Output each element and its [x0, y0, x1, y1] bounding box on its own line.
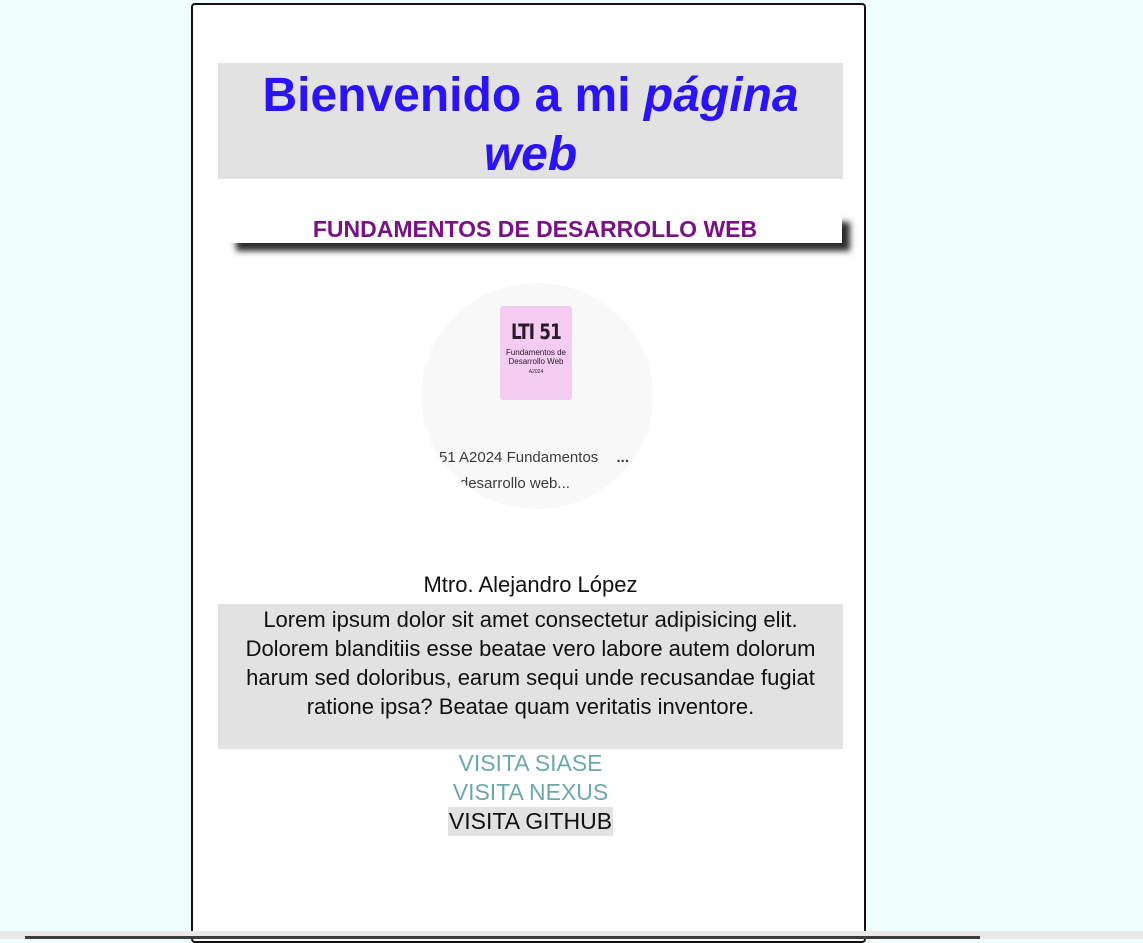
course-cover-thumbnail: LTI 51 Fundamentos de Desarrollo Web A20… [500, 306, 572, 400]
image-caption: 51 A2024 Fundamentos de desarrollo web..… [439, 445, 639, 497]
link-nexus[interactable]: VISITA NEXUS [193, 778, 868, 807]
page-title: Bienvenido a mi página web [218, 63, 843, 184]
caption-line-1: 51 A2024 Fundamentos [439, 449, 599, 466]
caption-line-2: de desarrollo web... [439, 475, 570, 492]
link-github[interactable]: VISITA GITHUB [447, 807, 614, 836]
course-subtitle: FUNDAMENTOS DE DESARROLLO WEB [312, 216, 758, 242]
link-siase[interactable]: VISITA SIASE [193, 749, 868, 778]
course-image: LTI 51 Fundamentos de Desarrollo Web A20… [421, 283, 653, 509]
cover-subtitle: Fundamentos de Desarrollo Web [505, 348, 567, 366]
links-list: VISITA SIASE VISITA NEXUS VISITA GITHUB [193, 749, 868, 836]
title-box: Bienvenido a mi página web [218, 63, 843, 181]
description-paragraph: Lorem ipsum dolor sit amet consectetur a… [218, 604, 843, 749]
cover-small-text: A2024 [528, 369, 544, 375]
teacher-name: Mtro. Alejandro López [423, 572, 638, 597]
more-options-icon: ... [616, 449, 629, 466]
title-plain-text: Bienvenido a mi [262, 69, 631, 122]
main-card: Bienvenido a mi página web FUNDAMENTOS D… [191, 3, 866, 943]
subtitle-box: FUNDAMENTOS DE DESARROLLO WEB [228, 214, 842, 243]
cover-code: LTI 51 [510, 320, 562, 344]
